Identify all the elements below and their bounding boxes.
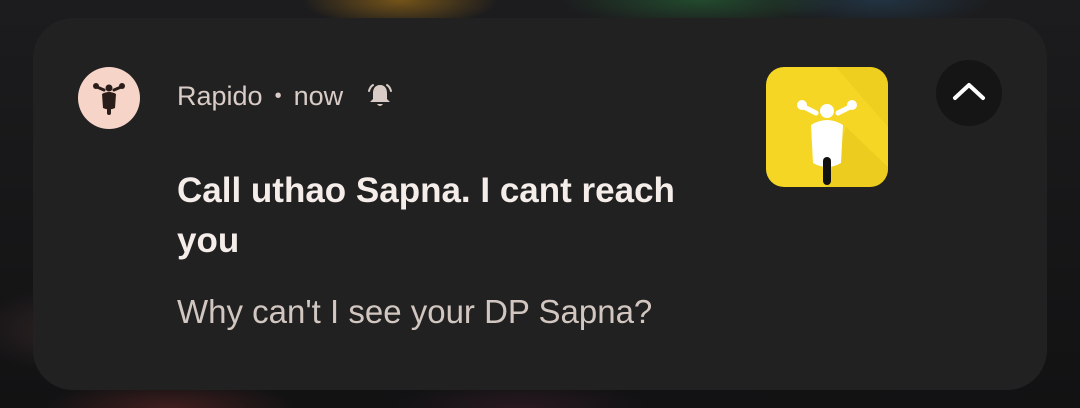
notification-title: Call uthao Sapna. I cant reach you xyxy=(177,171,675,260)
expand-button[interactable] xyxy=(936,60,1002,126)
notification-body: Why can't I see your DP Sapna? xyxy=(177,293,653,330)
rapido-scooter-icon xyxy=(766,67,888,187)
notification-header: Rapido • now xyxy=(177,78,395,114)
app-name: Rapido xyxy=(177,80,263,111)
header-separator: • xyxy=(274,84,282,107)
chevron-up-icon xyxy=(952,81,986,106)
bell-ringing-icon xyxy=(365,81,395,111)
scooter-icon xyxy=(78,67,140,129)
notification-card[interactable]: Rapido • now Call uthao Sapna. I cant re… xyxy=(33,18,1047,390)
notification-time: now xyxy=(293,80,344,111)
